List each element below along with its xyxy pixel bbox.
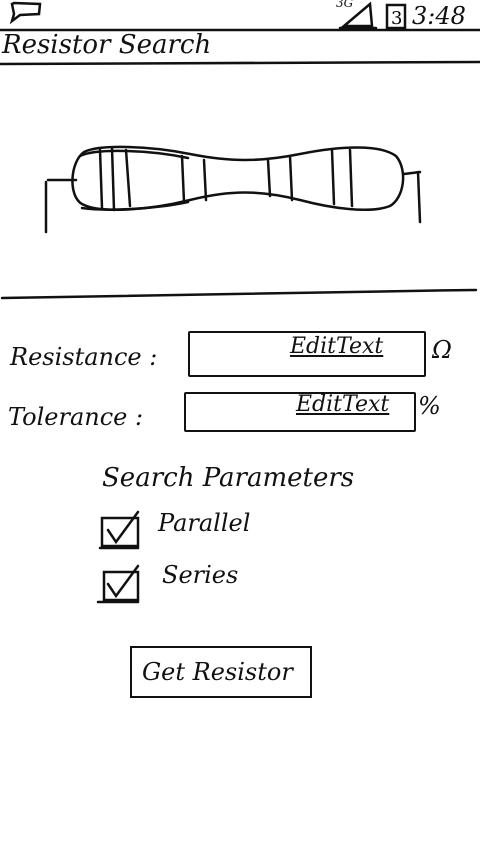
checkmark-icon xyxy=(106,510,140,545)
chat-icon xyxy=(9,1,42,25)
percent-unit-label: % xyxy=(418,392,441,420)
series-option-label[interactable]: Series xyxy=(162,560,238,590)
get-resistor-button[interactable]: Get Resistor xyxy=(130,646,312,698)
status-bar: 3G 3 3:48 xyxy=(0,0,480,30)
tolerance-label: Tolerance : xyxy=(8,403,144,431)
resistance-label: Resistance : xyxy=(10,343,158,371)
resistance-input-text[interactable]: EditText xyxy=(290,334,383,360)
ohm-unit-label: Ω xyxy=(432,336,452,364)
signal-icon xyxy=(338,1,378,30)
parallel-checkbox[interactable] xyxy=(98,510,140,550)
series-checkbox[interactable] xyxy=(96,564,140,604)
get-resistor-button-label: Get Resistor xyxy=(142,658,293,686)
parallel-option-label[interactable]: Parallel xyxy=(158,508,250,538)
search-parameters-title: Search Parameters xyxy=(102,463,355,493)
checkmark-icon xyxy=(106,564,140,599)
resistor-image xyxy=(0,145,478,300)
battery-label: 3 xyxy=(391,8,402,29)
clock: 3:48 xyxy=(412,2,466,30)
app-title: Resistor Search xyxy=(2,30,212,60)
battery-icon: 3 xyxy=(385,3,407,30)
tolerance-input-text[interactable]: EditText xyxy=(296,392,389,418)
